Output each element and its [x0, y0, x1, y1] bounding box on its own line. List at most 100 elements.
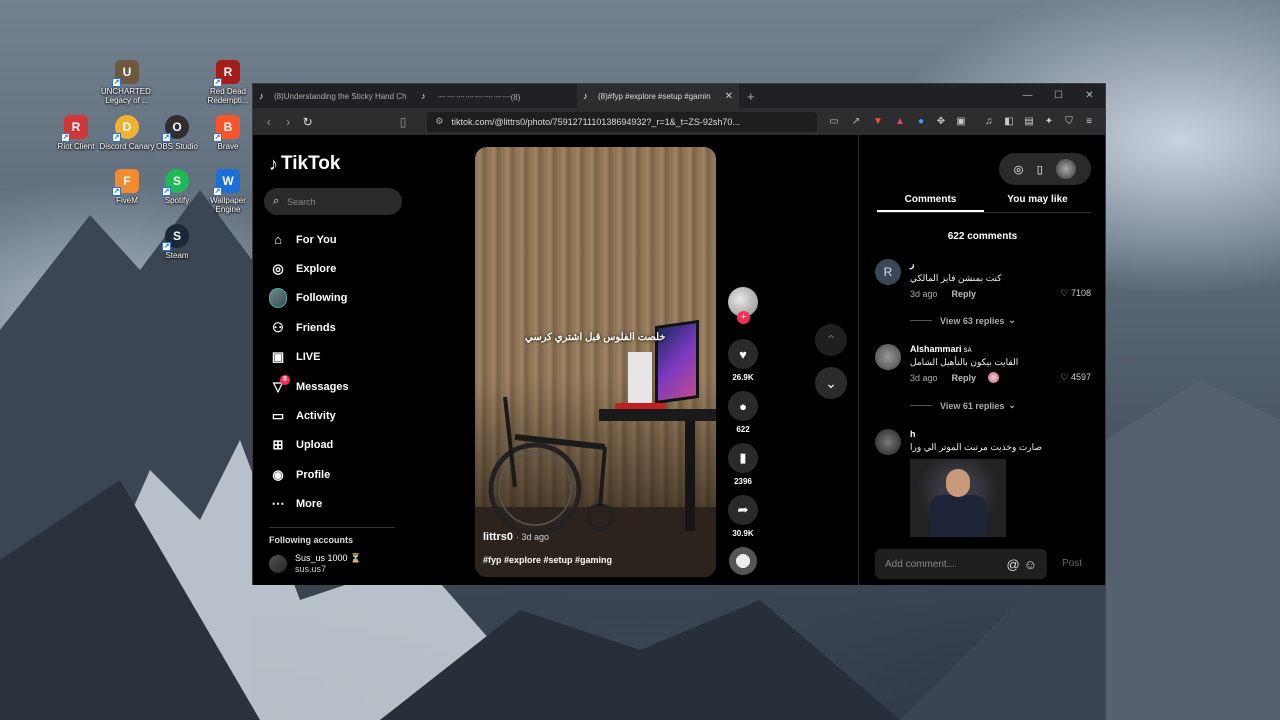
profile-avatar[interactable] [1056, 159, 1077, 179]
like-action: ♥ 26.9K [727, 339, 759, 382]
avatar[interactable] [875, 429, 901, 455]
site-info-icon[interactable]: ⚙ [435, 116, 443, 127]
post-comment-button[interactable]: Post [1062, 558, 1082, 569]
forward-icon[interactable]: › [278, 115, 297, 129]
post-media[interactable]: خلصت الفلوس قبل اشتري كرسي littrs0 · 3d … [475, 147, 716, 577]
nav-for-you[interactable]: ⌂ For You [269, 225, 349, 254]
comment-item: h صارت وخذيت مرتبت الموتر الي ورا [875, 429, 1091, 537]
avatar[interactable]: R [875, 259, 901, 285]
back-icon[interactable]: ‹ [259, 115, 278, 129]
compass-icon: ◎ [272, 261, 284, 277]
riot-client-icon: R ↗ [61, 115, 88, 142]
share-icon[interactable]: ↗ [845, 116, 867, 127]
extension-blue-icon[interactable]: ● [911, 116, 931, 127]
heart-icon[interactable]: ♥ [728, 339, 758, 369]
bookmark-icon[interactable]: ▯ [393, 115, 413, 129]
avatar[interactable] [875, 344, 901, 370]
bookmark-save-icon[interactable]: ▮ [728, 443, 758, 473]
creator-liked-avatar [988, 372, 1000, 383]
close-window-icon[interactable]: ✕ [1074, 84, 1105, 108]
nav-activity[interactable]: ▭ Activity [269, 401, 349, 430]
cast-icon[interactable]: ▭ [823, 116, 845, 127]
nav-messages[interactable]: ▽ 8 Messages [269, 372, 349, 401]
wheelchair [488, 396, 614, 536]
minimize-icon[interactable]: — [1012, 84, 1043, 108]
desktop-icon-brave[interactable]: B ↗ Brave [197, 115, 259, 151]
vpn-icon[interactable]: ⛉ [1059, 116, 1079, 127]
brave-shield-icon[interactable]: ▼ [867, 116, 889, 127]
tab-sticky-hand[interactable]: ♪ (8)Understanding the Sticky Hand Ch [253, 84, 415, 108]
heart-outline-icon: ♡ [1060, 288, 1069, 298]
creator-avatar[interactable]: + [728, 287, 758, 324]
heart-outline-icon: ♡ [1060, 372, 1069, 382]
upload-icon: ⊞ [272, 437, 284, 453]
media-icon[interactable]: ♫ [979, 116, 999, 127]
comment-username[interactable]: Alshammari SA [910, 344, 1091, 354]
comment-image[interactable] [910, 459, 1006, 537]
view-replies-button[interactable]: View 61 replies ⌄ [910, 400, 1016, 411]
sidebar-icon[interactable]: ◧ [999, 116, 1019, 127]
desktop-icon-wallpaper-engine[interactable]: W ↗ Wallpaper Engine [197, 169, 259, 214]
tab-you-may-like[interactable]: You may like [984, 191, 1091, 212]
extensions-icon[interactable]: ✥ [931, 116, 951, 127]
desktop-icon-red-dead[interactable]: R ↗ Red Dead Redempti... [197, 60, 259, 105]
follow-plus-icon[interactable]: + [737, 311, 750, 324]
chevron-up-icon[interactable]: ⌃ [815, 324, 847, 356]
comment-like[interactable]: ♡ 4597 [1060, 372, 1091, 383]
chevron-down-icon: ⌄ [1008, 400, 1016, 410]
post-hashtags[interactable]: #fyp #explore #setup #gaming [483, 555, 612, 565]
comment-age: 3d ago [910, 372, 938, 383]
wallet-icon[interactable]: ▤ [1019, 116, 1039, 127]
fivem-icon: F ↗ [112, 169, 139, 196]
reply-button[interactable]: Reply [952, 373, 977, 383]
menu-icon[interactable]: ≡ [1079, 116, 1099, 127]
reload-icon[interactable]: ↻ [298, 115, 317, 129]
desktop-icon-steam[interactable]: S ↗ Steam [146, 224, 208, 260]
view-replies-button[interactable]: View 63 replies ⌄ [910, 315, 1016, 326]
tab-comments[interactable]: Comments [877, 191, 984, 212]
maximize-icon[interactable]: ☐ [1043, 84, 1074, 108]
nav-following[interactable]: Following [269, 284, 349, 313]
browser-window: ♪ (8)Understanding the Sticky Hand Ch ♪ … [252, 83, 1106, 585]
sidebar-nav: ⌂ For You ◎ Explore Following ⚇ Friends ▣ LI… [269, 225, 349, 519]
nav-profile[interactable]: ◉ Profile [269, 460, 349, 489]
comment-item: R ر كنت بمنشن فايز المالكي 3d ago Reply … [875, 259, 1091, 299]
post-author[interactable]: littrs0 · 3d ago [483, 531, 549, 543]
tiktok-logo[interactable]: ♪ TikTok [269, 153, 340, 175]
following-account-item[interactable]: Sus_us 1000 ⏳ sus.us7 [269, 553, 361, 575]
close-tab-icon[interactable]: ✕ [725, 91, 733, 102]
chevron-down-icon[interactable]: ⌄ [815, 367, 847, 399]
emoji-icon[interactable]: ☺ [1024, 557, 1037, 572]
phone-icon[interactable]: ▯ [1037, 163, 1043, 176]
add-comment-input[interactable]: Add comment... @ ☺ [875, 549, 1047, 579]
comment-icon[interactable]: ● [728, 391, 758, 421]
steam-icon: S ↗ [162, 224, 189, 251]
desktop-icon-uncharted[interactable]: U ↗ UNCHARTED: Legacy of ... [96, 60, 158, 105]
search-input[interactable]: ⌕ Search [264, 188, 402, 215]
messages-badge: 8 [280, 374, 290, 385]
nav-explore[interactable]: ◎ Explore [269, 254, 349, 283]
tab-second[interactable]: ♪ ᠁᠁᠁᠁᠁᠁᠁᠁(8) [415, 84, 577, 108]
search-icon: ⌕ [273, 195, 280, 207]
mention-icon[interactable]: @ [1007, 557, 1020, 572]
screenshot-icon[interactable]: ▣ [951, 116, 971, 127]
leo-icon[interactable]: ✦ [1039, 116, 1059, 127]
tab-active-fyp[interactable]: ♪ (8)#fyp #explore #setup #gamin ✕ [577, 84, 739, 108]
compass-icon[interactable]: ◎ [1014, 163, 1024, 176]
url-field[interactable]: ⚙ tiktok.com/@littrs0/photo/759127111013… [427, 111, 817, 132]
comment-text: القايت بيكون بالتأهيل الشامل [910, 357, 1019, 367]
rewards-icon[interactable]: ▲ [889, 116, 911, 127]
nav-friends[interactable]: ⚇ Friends [269, 313, 349, 342]
nav-upload[interactable]: ⊞ Upload [269, 431, 349, 460]
comment-like[interactable]: ♡ 7108 [1060, 288, 1091, 299]
share-arrow-icon[interactable]: ➦ [728, 495, 758, 525]
comment-username[interactable]: h [910, 429, 1091, 439]
music-disc-icon[interactable] [729, 547, 757, 575]
like-count: 26.9K [732, 373, 754, 382]
new-tab-icon[interactable]: + [747, 89, 755, 104]
comment-username[interactable]: ر [910, 259, 1091, 270]
live-icon: ▣ [271, 349, 285, 365]
nav-more[interactable]: ⋯ More [269, 490, 349, 519]
reply-button[interactable]: Reply [952, 289, 977, 299]
nav-live[interactable]: ▣ LIVE [269, 343, 349, 372]
